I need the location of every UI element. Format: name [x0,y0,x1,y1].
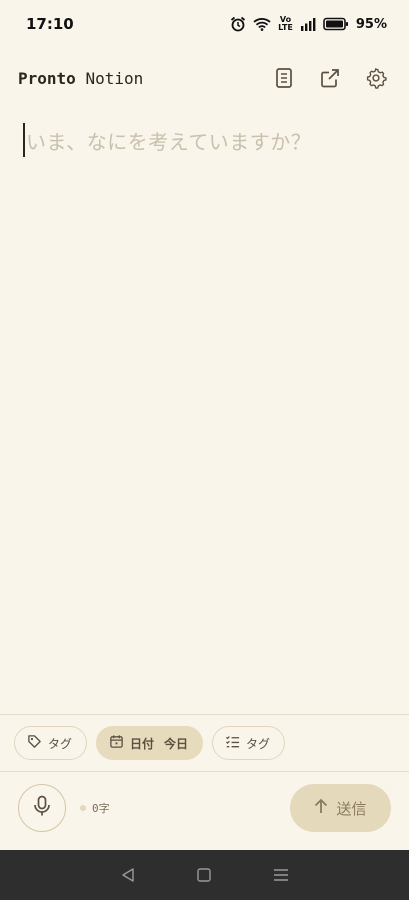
menu-icon[interactable] [266,860,296,890]
system-nav-bar [0,850,409,900]
wifi-icon [253,17,271,31]
app-header: Pronto Notion [0,58,409,98]
back-icon[interactable] [113,860,143,890]
volte-bottom-label: LTE [278,23,293,32]
volte-icon: Vo LTE [278,16,293,32]
document-icon[interactable] [271,65,297,91]
date-chip-value: 今日 [164,736,189,751]
checklist-icon [225,734,240,752]
settings-icon[interactable] [363,65,389,91]
calendar-icon [109,734,124,752]
tag-icon [27,734,42,752]
app-title-primary: Pronto [18,68,76,88]
header-actions [271,65,389,91]
microphone-button[interactable] [18,784,66,832]
microphone-icon [33,795,51,821]
task-tag-chip-label: タグ [246,736,271,751]
date-chip-label: 日付 [130,736,155,751]
composer-footer: 0字 送信 [0,774,409,850]
battery-icon [323,17,349,31]
char-count-label: 0字 [92,802,110,815]
tag-chip[interactable]: タグ [14,726,88,760]
status-icons: Vo LTE 95% [230,16,387,32]
chips-divider-top [0,714,409,715]
char-count: 0字 [80,800,110,816]
date-chip[interactable]: 日付 今日 [96,726,204,760]
send-label: 送信 [336,799,367,818]
home-icon[interactable] [189,860,219,890]
arrow-up-icon [314,798,328,818]
external-link-icon[interactable] [317,65,343,91]
text-caret [23,123,25,157]
send-button[interactable]: 送信 [290,784,391,832]
note-input[interactable] [18,118,391,708]
tag-chip-label: タグ [48,736,73,751]
alarm-icon [230,16,246,32]
chip-row: タグ 日付 今日 タグ [14,726,286,760]
chips-divider-bottom [0,771,409,772]
editor-area [18,118,391,708]
status-bar: 17:10 Vo LTE 95% [0,0,409,48]
status-time: 17:10 [26,15,74,33]
task-tag-chip[interactable]: タグ [212,726,286,760]
app-title: Pronto Notion [18,69,143,88]
battery-percent: 95% [355,16,387,32]
signal-icon [300,17,316,31]
app-title-secondary: Notion [85,68,144,88]
status-dot [80,805,86,811]
